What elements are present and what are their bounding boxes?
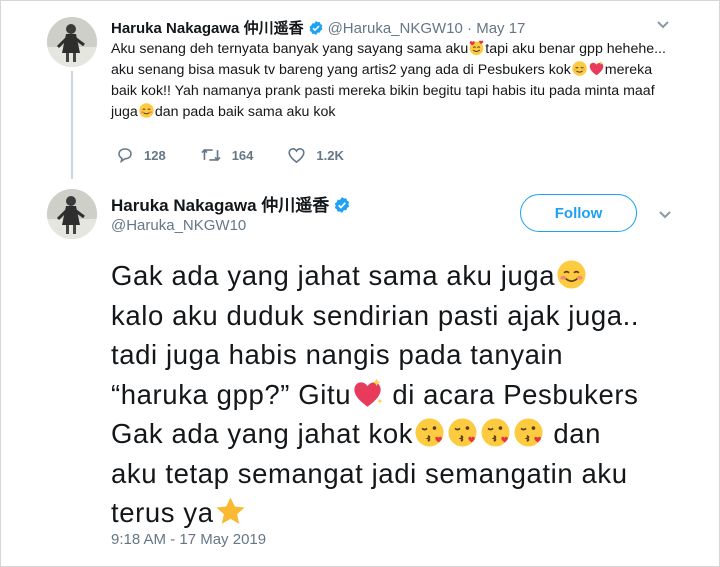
- follow-button[interactable]: Follow: [520, 194, 637, 232]
- avatar[interactable]: [47, 17, 97, 67]
- retweet-icon: [201, 148, 221, 162]
- tweet-line: tadi juga habis nangis pada tanyain: [111, 339, 564, 370]
- tweet-text-part: Aku senang deh ternyata banyak yang saya…: [111, 41, 469, 57]
- tweet-timestamp[interactable]: 9:18 AM - 17 May 2019: [111, 531, 266, 548]
- avatar[interactable]: [47, 189, 97, 239]
- thread-line: [71, 71, 73, 179]
- tweet-line-text: dan: [545, 418, 602, 449]
- tweet-line-text: “haruka gpp?” Gitu: [111, 378, 352, 410]
- tweet-line-text: di acara Pesbukers: [384, 378, 639, 410]
- star-icon: [214, 495, 247, 528]
- like-count: 1.2K: [316, 147, 344, 163]
- smiling-blush-face-icon: [555, 258, 588, 291]
- relieved-face-icon: [571, 60, 588, 77]
- reply-icon: [118, 148, 132, 164]
- author-name[interactable]: Haruka Nakagawa 仲川遥香: [111, 20, 304, 37]
- tweet-line: aku tetap semangat jadi semangatin aku: [111, 457, 628, 489]
- tweet-line-text: Gak ada yang jahat sama aku juga: [111, 260, 556, 291]
- kissing-face-icon: [512, 416, 545, 449]
- reply-button[interactable]: 128: [116, 146, 166, 164]
- tweet-text: Aku senang deh ternyata banyak yang saya…: [111, 39, 671, 123]
- author-handle[interactable]: @Haruka_NKGW10: [328, 20, 463, 37]
- tweet-text-part: dan pada baik sama aku kok: [154, 104, 336, 120]
- tweet-date[interactable]: May 17: [476, 20, 525, 37]
- verified-badge-icon: [333, 196, 351, 214]
- sparkling-heart-icon: [588, 60, 605, 77]
- tweet-line: kalo aku duduk sendirian pasti ajak juga…: [111, 299, 640, 331]
- tweet-line: Gak ada yang jahat sama aku juga: [111, 256, 711, 296]
- tweet-line: “haruka gpp?” Gitu di acara Pesbukers: [111, 375, 711, 415]
- heart-icon: [288, 148, 306, 164]
- reply-count: 128: [144, 147, 166, 163]
- chevron-down-icon[interactable]: [658, 207, 672, 223]
- retweet-count: 164: [231, 147, 254, 163]
- tweet-text: Gak ada yang jahat sama aku juga kalo ak…: [111, 256, 711, 533]
- kissing-face-icon: [446, 416, 479, 449]
- tweet-line: terus ya: [111, 493, 711, 533]
- sparkling-heart-icon: [351, 377, 384, 410]
- date-separator: ·: [462, 20, 477, 37]
- author-handle[interactable]: @Haruka_NKGW10: [111, 217, 246, 234]
- smiling-face-with-hearts-icon: [468, 39, 485, 56]
- tweet-line-text: Gak ada yang jahat kok: [111, 418, 414, 449]
- like-button[interactable]: 1.2K: [287, 146, 344, 164]
- tweet-header: Haruka Nakagawa 仲川遥香: [111, 191, 355, 216]
- chevron-down-icon[interactable]: [656, 17, 670, 33]
- kissing-face-icon: [479, 416, 512, 449]
- tweet-frame: Haruka Nakagawa 仲川遥香 @Haruka_NKGW10 · May…: [0, 0, 720, 567]
- verified-badge-icon: [308, 20, 324, 36]
- author-name[interactable]: Haruka Nakagawa 仲川遥香: [111, 196, 329, 215]
- kissing-face-icon: [413, 416, 446, 449]
- tweet-line: Gak ada yang jahat kok dan: [111, 414, 711, 454]
- tweet-header: Haruka Nakagawa 仲川遥香 @Haruka_NKGW10 · May…: [111, 17, 525, 38]
- retweet-button[interactable]: 164: [200, 146, 254, 164]
- tweet-actions: 128 164 1.2K: [116, 146, 378, 164]
- smiling-blush-face-icon: [138, 102, 155, 119]
- tweet-line-text: terus ya: [111, 497, 214, 528]
